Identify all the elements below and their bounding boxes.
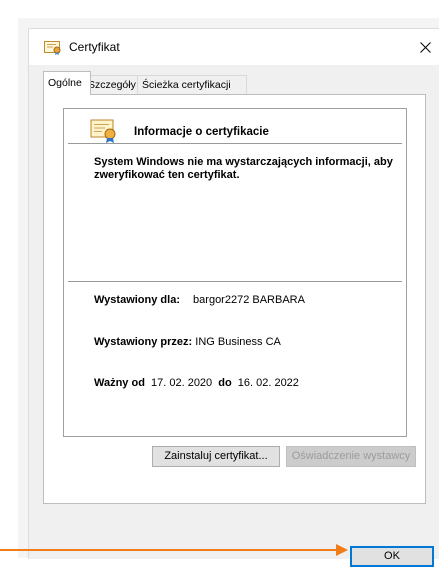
issued-by-value: ING Business CA — [195, 336, 281, 348]
certificate-icon — [44, 41, 61, 55]
close-button[interactable] — [410, 29, 439, 65]
header-divider — [68, 143, 402, 144]
tab-certification-path[interactable]: Ścieżka certyfikacji — [137, 75, 247, 94]
valid-from-label: Ważny od — [94, 377, 145, 389]
info-message: System Windows nie ma wystarczających in… — [94, 156, 393, 181]
valid-to-value: 16. 02. 2022 — [237, 377, 299, 389]
issued-by-label: Wystawiony przez: — [94, 336, 193, 348]
fields-divider — [68, 281, 402, 282]
info-title: Informacje o certyfikacie — [134, 126, 269, 138]
install-certificate-button[interactable]: Zainstaluj certyfikat... — [152, 446, 280, 467]
tab-general[interactable]: Ogólne — [43, 71, 91, 95]
valid-from-value: 17. 02. 2020 — [151, 377, 213, 389]
valid-to-label: do — [218, 377, 232, 389]
annotation-arrow — [0, 544, 348, 556]
close-icon — [419, 41, 431, 53]
title-bar: Certyfikat — [29, 29, 439, 65]
issued-to-row: Wystawiony dla: bargor2272 BARBARA — [94, 294, 305, 306]
certificate-info-box: Informacje o certyfikacie System Windows… — [63, 108, 407, 437]
issued-to-label: Wystawiony dla: — [94, 294, 180, 306]
issued-to-value: bargor2272 BARBARA — [193, 294, 305, 306]
info-header: Informacje o certyfikacie — [64, 109, 406, 145]
window-title: Certyfikat — [69, 40, 120, 54]
ok-button[interactable]: OK — [350, 546, 434, 567]
certificate-icon — [90, 119, 116, 143]
validity-row: Ważny od 17. 02. 2020 do 16. 02. 2022 — [94, 377, 299, 389]
issued-by-row: Wystawiony przez: ING Business CA — [94, 336, 281, 348]
issuer-statement-button[interactable]: Oświadczenie wystawcy — [286, 446, 416, 467]
